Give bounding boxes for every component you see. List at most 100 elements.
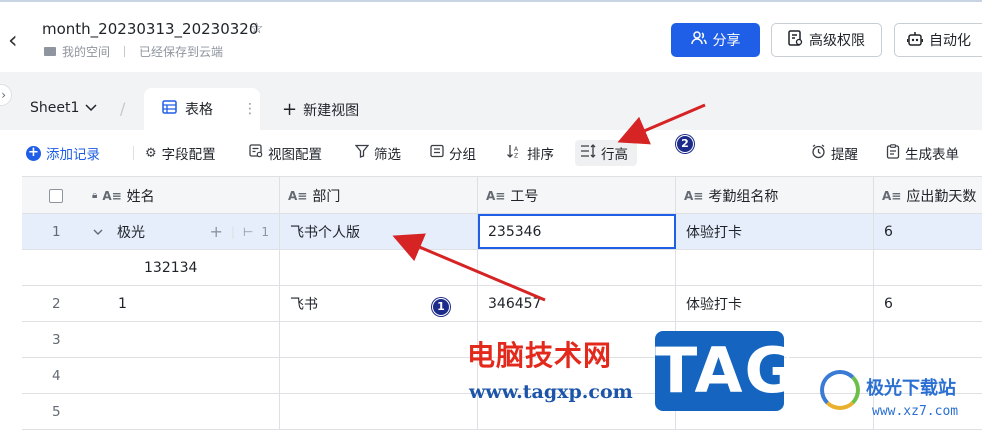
name-cell[interactable]: 1 [87,286,280,321]
divider [124,46,126,57]
department-cell[interactable]: 飞书个人版 [280,214,478,249]
attendance-group-cell[interactable]: 体验打卡 [676,214,874,249]
reminder-label: 提醒 [831,147,858,163]
sort-icon: AZ [506,144,522,162]
row-height-button[interactable]: 行高 [580,142,628,164]
sheet-selector[interactable]: Sheet1 [30,100,97,116]
toolbar-divider [133,146,134,160]
plus-icon: + [282,99,298,120]
filter-button[interactable]: 筛选 [354,142,401,164]
aurora-logo-icon [820,370,860,410]
advanced-permission-button[interactable]: 高级权限 [771,23,882,57]
column-title: 部门 [312,188,341,205]
star-icon[interactable]: ☆ [250,19,263,37]
users-icon [690,31,707,49]
sort-label: 排序 [527,147,554,163]
tab-divider: / [120,99,126,118]
automation-button[interactable]: 自动化 [894,23,982,57]
tab-label: 表格 [185,102,213,118]
field-config-label: 字段配置 [161,147,216,163]
row-tools: + | ⊢ 1 [209,214,269,249]
required-days-cell[interactable]: 6 [874,286,982,321]
required-days-cell[interactable] [874,322,982,357]
annotation-badge-1: 1 [432,298,450,316]
reminder-button[interactable]: 提醒 [811,142,858,164]
employee-id-cell[interactable]: 235346 [478,214,676,249]
required-days-cell[interactable]: 6 [874,214,982,249]
permission-icon [788,30,803,50]
employee-id-cell[interactable] [478,250,676,285]
column-title: 考勤组名称 [708,188,779,205]
share-label: 分享 [712,33,741,49]
select-all-checkbox[interactable] [49,188,63,203]
view-tab-bar: › Sheet1 / 表格 ⋮ + 新建视图 [0,72,982,130]
new-view-label: 新建视图 [303,103,360,119]
sort-button[interactable]: AZ 排序 [506,142,554,164]
text-field-icon: A≡ [288,188,308,203]
back-icon[interactable]: ‹ [8,26,28,54]
department-cell[interactable] [280,394,478,429]
row-number: 4 [52,367,61,384]
view-config-label: 视图配置 [268,147,322,163]
automation-label: 自动化 [929,33,971,49]
column-header-name[interactable]: 🔒︎ A≡ 姓名 [87,177,280,214]
column-header-department[interactable]: A≡ 部门 [280,177,478,214]
row-number: 2 [52,295,61,312]
chevron-down-icon[interactable] [87,224,109,240]
save-status: 已经保存到云端 [139,45,224,59]
attendance-group-cell[interactable]: 体验打卡 [676,286,874,321]
text-field-icon: A≡ [882,188,902,203]
name-cell[interactable]: 132134 [87,250,280,285]
child-row[interactable]: 132134 [22,250,982,286]
attendance-group-cell[interactable] [676,250,874,285]
name-cell[interactable] [87,322,280,357]
form-icon [886,143,900,163]
add-circle-icon: + [26,145,41,161]
filter-icon [354,144,370,162]
table-row[interactable]: 1 极光 + | ⊢ 1 飞书个人版 235346 体验打卡 6 [22,214,982,250]
sheet-name: Sheet1 [30,100,80,116]
name-cell[interactable] [87,358,280,393]
department-cell[interactable] [280,250,478,285]
share-button[interactable]: 分享 [671,23,760,57]
department-cell[interactable] [280,322,478,357]
text-field-icon: A≡ [102,188,122,203]
svg-text:Z: Z [514,153,518,159]
more-vertical-icon[interactable]: ⋮ [243,101,257,117]
add-record-button[interactable]: + 添加记录 [26,142,100,164]
employee-id-cell[interactable]: 346457 [478,286,676,321]
column-header-attendance-group[interactable]: A≡ 考勤组名称 [676,177,874,214]
table-row[interactable]: 2 1 飞书 346457 体验打卡 6 [22,286,982,322]
text-field-icon: A≡ [486,188,506,203]
permission-label: 高级权限 [809,33,865,49]
lock-icon: 🔒︎ [92,190,98,201]
add-child-icon[interactable]: + [209,222,222,241]
row-number: 1 [52,223,61,240]
column-header-required-days[interactable]: A≡ 应出勤天数 [874,177,982,214]
generate-form-button[interactable]: 生成表单 [886,142,959,164]
view-config-button[interactable]: 视图配置 [249,142,322,164]
watermark-text: 电脑技术网 [467,339,613,372]
subrecord-icon[interactable]: ⊢ [243,225,253,239]
grid-toolbar: + 添加记录 ⚙ 字段配置 视图配置 筛选 分组 AZ 排序 行高 提醒 生成表… [0,130,982,176]
tab-grid-view[interactable]: 表格 ⋮ [144,88,260,130]
group-icon [430,144,444,162]
select-all-checkbox-cell[interactable] [22,177,87,214]
row-height-icon [580,144,596,162]
row-number [22,250,87,285]
space-link[interactable]: 我的空间 [62,43,110,60]
header-row: 🔒︎ A≡ 姓名 A≡ 部门 A≡ 工号 A≡ 考勤组名称 A≡ 应出勤天数 [22,176,982,214]
required-days-cell[interactable] [874,250,982,285]
field-config-button[interactable]: ⚙ 字段配置 [145,142,216,164]
department-cell[interactable] [280,358,478,393]
name-cell[interactable] [87,394,280,429]
new-view-button[interactable]: + 新建视图 [282,100,359,120]
doc-title[interactable]: month_20230313_20230320 [42,20,258,38]
expand-sidebar-icon[interactable]: › [0,84,12,106]
watermark-site-url: www.xz7.com [872,404,959,419]
column-header-employee-id[interactable]: A≡ 工号 [478,177,676,214]
group-button[interactable]: 分组 [430,142,476,164]
name-cell[interactable]: 极光 + | ⊢ 1 [87,214,280,249]
chevron-down-icon [85,100,97,116]
column-title: 应出勤天数 [906,188,977,205]
